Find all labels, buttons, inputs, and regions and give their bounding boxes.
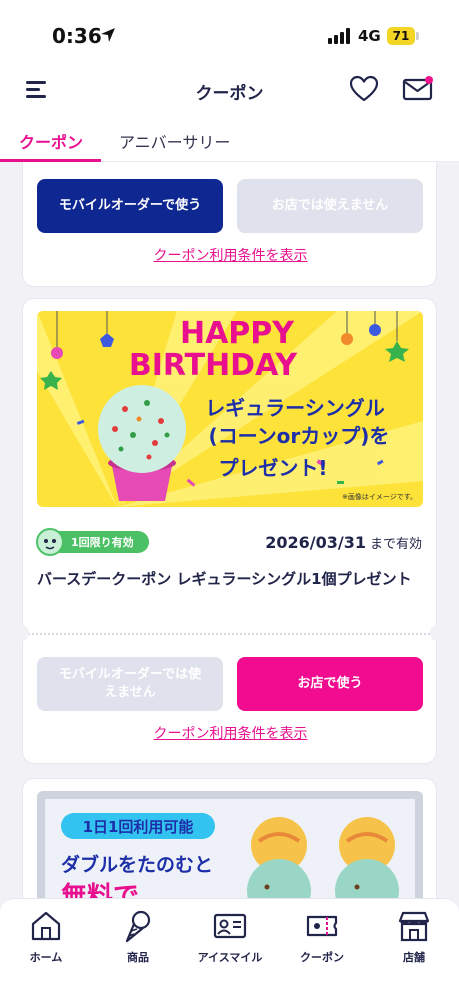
location-arrow-icon [101,28,115,42]
store-icon [398,911,430,942]
nav-label: ホーム [29,951,63,964]
nav-label: クーポン [300,951,344,964]
terms-link[interactable]: クーポン利用条件を表示 [23,723,438,743]
banner-note: ※画像はイメージです。 [342,492,417,501]
nav-coupon[interactable]: クーポン [282,909,362,965]
birthday-banner-image: HAPPY BIRTHDAY レギュラーシングル (コーンorカップ)を プレゼ… [37,311,423,507]
notification-dot [425,76,433,84]
tab-coupon[interactable]: クーポン [19,129,83,153]
favorite-heart-icon[interactable] [349,74,379,104]
birthday-banner-art: HAPPY BIRTHDAY レギュラーシングル (コーンorカップ)を プレゼ… [37,311,423,507]
banner-line1: HAPPY [180,316,295,351]
badge-label: 1回限り有効 [71,536,134,549]
cellular-signal-icon [328,28,350,44]
banner-pill: 1日1回利用可能 [83,818,194,836]
app-header: クーポン [0,64,459,118]
member-card-icon [213,913,247,939]
nav-member-card[interactable]: アイスマイル [190,909,270,965]
banner-line2: BIRTHDAY [129,348,299,383]
nav-products[interactable]: 商品 [98,909,178,965]
banner-line1: ダブルをたのむと [61,853,213,876]
mascot-icon [36,528,64,556]
status-bar: 0:36 4G 71 [0,0,459,64]
double-free-banner-art: 1日1回利用可能 ダブルをたのむと 無料で [45,799,415,900]
mobile-order-button[interactable]: モバイルオーダーで使う [37,179,223,233]
perforation-divider [23,633,438,635]
nav-label: 店舗 [403,951,425,964]
coupon-ticket-icon [306,915,338,937]
terms-link[interactable]: クーポン利用条件を表示 [23,245,438,265]
one-time-badge: 1回限り有効 [36,528,149,556]
network-type: 4G [358,27,381,45]
birthday-coupon-card: HAPPY BIRTHDAY レギュラーシングル (コーンorカップ)を プレゼ… [15,298,444,764]
tab-anniversary[interactable]: アニバーサリー [119,129,230,153]
ticket-notch-left [15,625,29,641]
bottom-navigation: ホーム 商品 アイスマイル クーポン 店舗 [0,898,459,1000]
use-in-store-button-disabled[interactable]: お店では使えません [237,179,423,233]
nav-home[interactable]: ホーム [6,909,86,965]
ice-cream-cone-icon [125,910,151,943]
ticket-notch-right [430,625,444,641]
expiry-date: 2026/03/31 [265,533,366,552]
page-title: クーポン [195,84,264,104]
home-icon [31,911,61,941]
nav-store[interactable]: 店舗 [374,909,454,965]
mobile-order-button-disabled[interactable]: モバイルオーダーでは使えません [37,657,223,711]
use-in-store-button[interactable]: お店で使う [237,657,423,711]
status-time: 0:36 [52,24,102,48]
coupon-title: バースデークーポン レギュラーシングル1個プレゼント [37,570,412,588]
expiry-info: 2026/03/31 まで有効 [265,533,422,552]
coupon-list[interactable]: モバイルオーダーで使う お店では使えません クーポン利用条件を表示 HAPPY … [0,162,459,900]
coupon-card: モバイルオーダーで使う お店では使えません クーポン利用条件を表示 [22,162,437,287]
banner-line4: (コーンorカップ)を [209,424,390,448]
banner-line3: レギュラーシングル [205,396,385,420]
coupon-card: 1日1回利用可能 ダブルをたのむと 無料で [22,778,437,900]
double-free-banner-image: 1日1回利用可能 ダブルをたのむと 無料で [37,791,423,900]
banner-line5: プレゼント! [218,456,327,480]
battery-tip [416,32,419,40]
nav-label: アイスマイル [197,951,263,964]
nav-label: 商品 [127,951,149,964]
tab-bar: クーポン アニバーサリー [0,118,459,162]
expiry-suffix: まで有効 [369,537,422,552]
battery-icon: 71 [387,27,415,45]
